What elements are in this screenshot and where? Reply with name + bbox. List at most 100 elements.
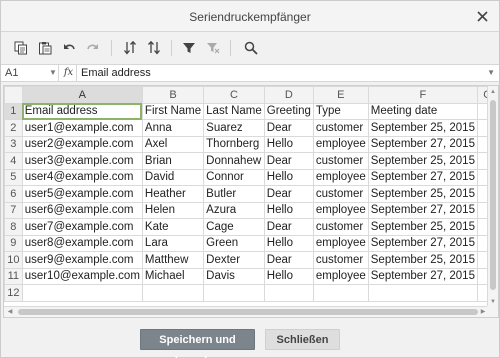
row-header[interactable]: 10 <box>4 251 23 269</box>
table-cell[interactable] <box>203 284 265 302</box>
column-header[interactable]: A <box>21 86 143 104</box>
table-cell[interactable] <box>312 284 369 302</box>
table-cell[interactable]: customer <box>312 218 369 236</box>
table-cell[interactable]: September 25, 2015 <box>367 185 478 203</box>
table-cell[interactable]: Anna <box>141 119 205 137</box>
table-cell[interactable]: Heather <box>141 185 205 203</box>
table-cell[interactable]: Lara <box>141 234 205 252</box>
table-cell[interactable]: employee <box>312 234 369 252</box>
filter-icon[interactable] <box>179 39 199 57</box>
table-cell[interactable]: Helen <box>141 201 205 219</box>
table-cell[interactable]: Hello <box>263 234 314 252</box>
redo-icon[interactable] <box>83 39 103 57</box>
column-header[interactable]: F <box>367 86 478 104</box>
sort-descending-icon[interactable] <box>145 39 165 57</box>
table-cell[interactable] <box>21 284 143 302</box>
table-cell[interactable]: Matthew <box>141 251 205 269</box>
table-cell[interactable]: September 25, 2015 <box>367 218 478 236</box>
search-icon[interactable] <box>241 39 261 57</box>
table-cell[interactable] <box>367 284 478 302</box>
save-and-exit-button[interactable]: Speichern und beenden <box>140 329 255 358</box>
table-cell[interactable]: September 25, 2015 <box>367 152 478 170</box>
row-header[interactable]: 5 <box>4 168 23 186</box>
table-cell[interactable]: Donnahew <box>203 152 265 170</box>
table-cell[interactable]: September 27, 2015 <box>367 234 478 252</box>
horizontal-scrollbar[interactable]: ◀ ▶ <box>4 306 489 317</box>
row-header[interactable]: 2 <box>4 119 23 137</box>
table-cell[interactable]: Email address <box>21 102 143 120</box>
paste-icon[interactable] <box>35 39 55 57</box>
table-cell[interactable]: Hello <box>263 168 314 186</box>
vertical-scroll-thumb[interactable] <box>490 100 496 290</box>
column-header[interactable]: C <box>203 86 265 104</box>
table-cell[interactable]: Davis <box>203 267 265 285</box>
table-cell[interactable]: September 27, 2015 <box>367 168 478 186</box>
table-cell[interactable]: Dear <box>263 185 314 203</box>
table-cell[interactable]: Cage <box>203 218 265 236</box>
table-cell[interactable]: user6@example.com <box>21 201 143 219</box>
table-cell[interactable]: Dear <box>263 119 314 137</box>
table-cell[interactable]: customer <box>312 251 369 269</box>
table-cell[interactable]: customer <box>312 185 369 203</box>
table-cell[interactable]: user5@example.com <box>21 185 143 203</box>
table-cell[interactable]: employee <box>312 168 369 186</box>
table-cell[interactable]: Suarez <box>203 119 265 137</box>
column-header[interactable]: B <box>141 86 205 104</box>
table-cell[interactable]: Greeting <box>263 102 314 120</box>
undo-icon[interactable] <box>59 39 79 57</box>
row-header[interactable]: 9 <box>4 234 23 252</box>
table-cell[interactable]: Dear <box>263 218 314 236</box>
table-cell[interactable]: Type <box>312 102 369 120</box>
table-cell[interactable]: Azura <box>203 201 265 219</box>
table-cell[interactable]: David <box>141 168 205 186</box>
name-box-chevron-down-icon[interactable]: ▼ <box>49 65 57 81</box>
table-cell[interactable]: Brian <box>141 152 205 170</box>
table-cell[interactable]: First Name <box>141 102 205 120</box>
table-cell[interactable]: user10@example.com <box>21 267 143 285</box>
table-cell[interactable]: user9@example.com <box>21 251 143 269</box>
table-cell[interactable]: user1@example.com <box>21 119 143 137</box>
table-cell[interactable] <box>141 284 205 302</box>
table-cell[interactable]: Hello <box>263 201 314 219</box>
expand-formula-chevron-down-icon[interactable]: ▼ <box>487 65 495 81</box>
table-cell[interactable]: Green <box>203 234 265 252</box>
table-cell[interactable]: Meeting date <box>367 102 478 120</box>
column-header[interactable]: D <box>263 86 314 104</box>
table-cell[interactable]: user8@example.com <box>21 234 143 252</box>
copy-icon[interactable] <box>11 39 31 57</box>
row-header[interactable]: 3 <box>4 135 23 153</box>
table-cell[interactable]: Hello <box>263 267 314 285</box>
function-icon[interactable]: fx <box>61 65 77 81</box>
clear-filter-icon[interactable] <box>203 39 223 57</box>
table-cell[interactable]: Dexter <box>203 251 265 269</box>
table-cell[interactable]: September 27, 2015 <box>367 267 478 285</box>
sort-ascending-icon[interactable] <box>121 39 141 57</box>
close-button[interactable]: Schließen <box>265 329 340 350</box>
scroll-up-icon[interactable]: ▲ <box>488 87 498 97</box>
table-cell[interactable]: employee <box>312 201 369 219</box>
table-cell[interactable]: September 27, 2015 <box>367 201 478 219</box>
close-icon[interactable] <box>473 7 491 25</box>
table-cell[interactable]: Axel <box>141 135 205 153</box>
table-cell[interactable]: user3@example.com <box>21 152 143 170</box>
table-cell[interactable] <box>263 284 314 302</box>
scroll-left-icon[interactable]: ◀ <box>5 307 15 317</box>
table-cell[interactable]: Kate <box>141 218 205 236</box>
table-cell[interactable]: Michael <box>141 267 205 285</box>
table-cell[interactable]: Hello <box>263 135 314 153</box>
row-header[interactable]: 12 <box>4 284 23 302</box>
table-cell[interactable]: user4@example.com <box>21 168 143 186</box>
vertical-scrollbar[interactable]: ▲ ▼ <box>487 86 498 308</box>
table-cell[interactable]: Dear <box>263 251 314 269</box>
table-cell[interactable]: Last Name <box>203 102 265 120</box>
formula-input[interactable]: Email address <box>81 65 151 81</box>
select-all-corner[interactable] <box>4 86 23 104</box>
table-cell[interactable]: Butler <box>203 185 265 203</box>
table-cell[interactable]: September 25, 2015 <box>367 119 478 137</box>
table-cell[interactable]: user2@example.com <box>21 135 143 153</box>
table-cell[interactable]: Thornberg <box>203 135 265 153</box>
row-header[interactable]: 8 <box>4 218 23 236</box>
table-cell[interactable]: customer <box>312 152 369 170</box>
table-cell[interactable]: employee <box>312 267 369 285</box>
table-cell[interactable]: September 27, 2015 <box>367 135 478 153</box>
